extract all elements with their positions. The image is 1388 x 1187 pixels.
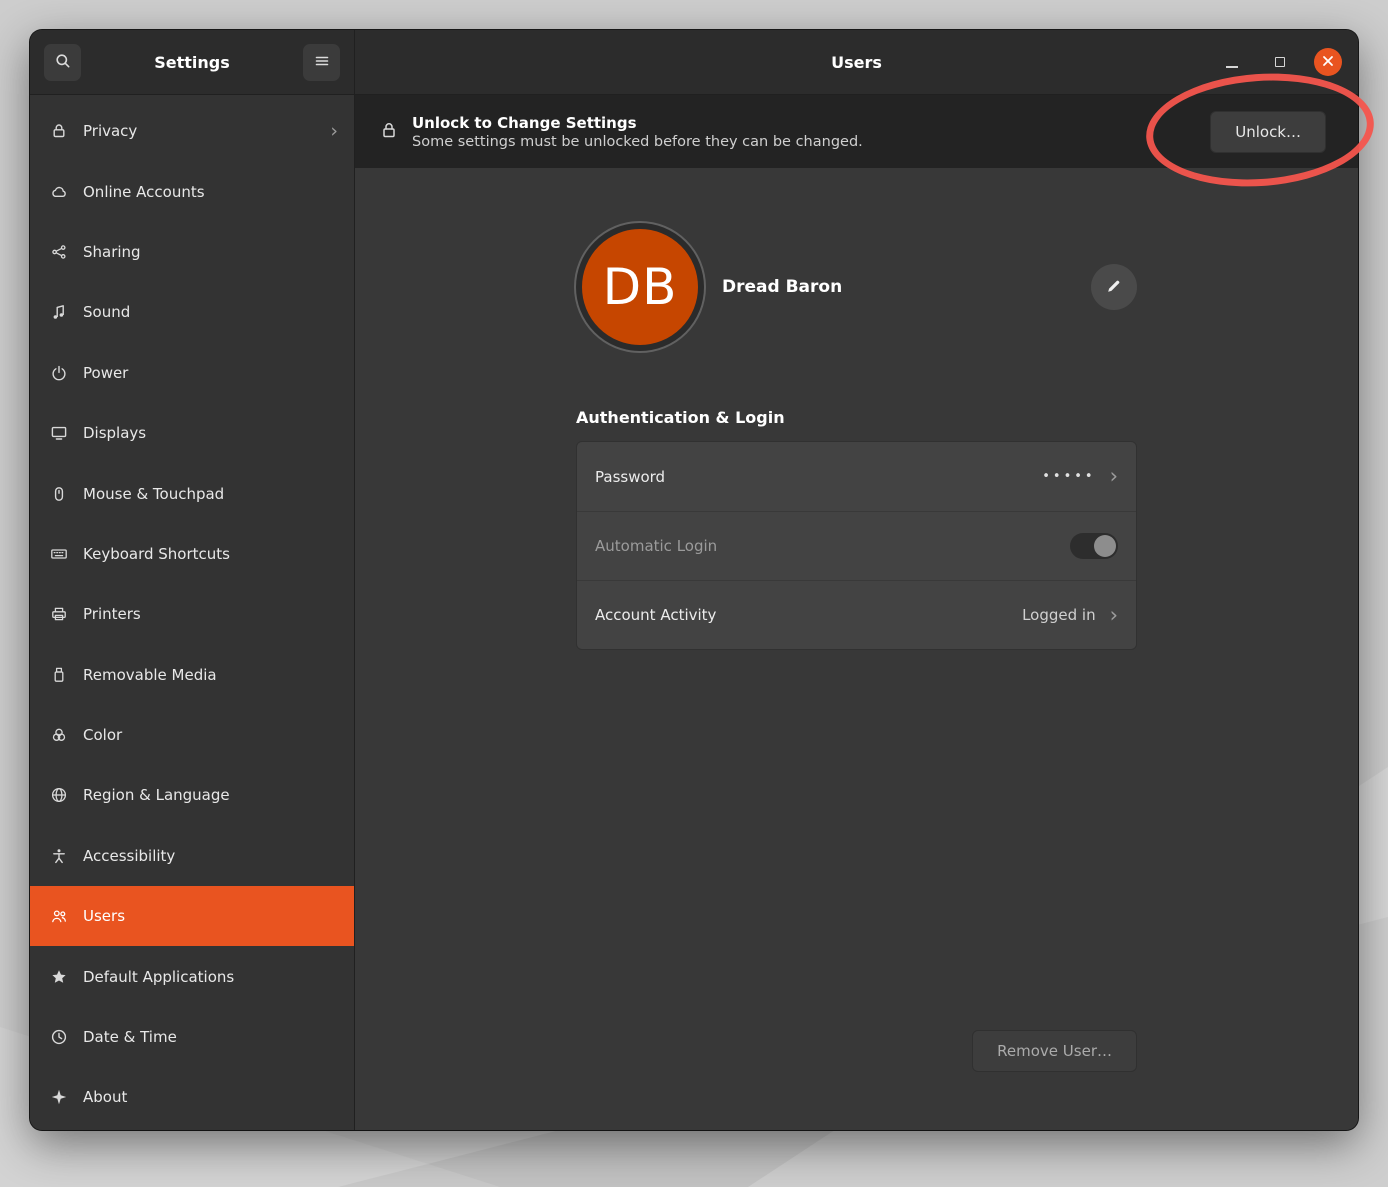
user-full-name: Dread Baron	[722, 277, 842, 297]
account-activity-row[interactable]: Account Activity Logged in ›	[577, 580, 1136, 649]
sidebar-item-label: Region & Language	[83, 786, 230, 804]
minimize-icon	[1226, 66, 1238, 68]
main-headerbar: Users	[355, 30, 1358, 95]
user-header: DB Dread Baron	[576, 223, 1137, 351]
account-activity-label: Account Activity	[595, 606, 716, 624]
music-note-icon	[50, 303, 68, 321]
sidebar-item-keyboard-shortcuts[interactable]: Keyboard Shortcuts	[30, 524, 354, 584]
sidebar-item-color[interactable]: Color	[30, 705, 354, 765]
display-icon	[50, 424, 68, 442]
clock-icon	[50, 1028, 68, 1046]
sidebar-item-label: Sharing	[83, 243, 141, 261]
sidebar-item-online-accounts[interactable]: Online Accounts	[30, 161, 354, 221]
sidebar-item-label: Privacy	[83, 122, 137, 140]
sidebar-item-label: Accessibility	[83, 847, 175, 865]
toggle-knob	[1094, 535, 1116, 557]
sidebar-nav: Privacy › Online Accounts Sharing	[30, 95, 355, 1130]
remove-user-row: Remove User…	[576, 1030, 1137, 1130]
sidebar-item-date-time[interactable]: Date & Time	[30, 1007, 354, 1067]
sidebar-item-users[interactable]: Users	[30, 886, 354, 946]
sidebar-item-default-applications[interactable]: Default Applications	[30, 946, 354, 1006]
search-button[interactable]	[44, 44, 81, 81]
sidebar-item-label: About	[83, 1088, 127, 1106]
infobar-subtitle: Some settings must be unlocked before th…	[412, 134, 863, 150]
sidebar-item-sound[interactable]: Sound	[30, 282, 354, 342]
chevron-right-icon: ›	[330, 122, 338, 141]
window-controls	[1218, 48, 1342, 76]
close-button[interactable]	[1314, 48, 1342, 76]
lock-icon	[50, 122, 68, 140]
sidebar-item-label: Default Applications	[83, 968, 234, 986]
mouse-icon	[50, 485, 68, 503]
search-icon	[54, 52, 72, 73]
sidebar-item-region-language[interactable]: Region & Language	[30, 765, 354, 825]
sidebar-item-label: Keyboard Shortcuts	[83, 545, 230, 563]
account-activity-value: Logged in	[1022, 606, 1096, 624]
pencil-icon	[1105, 277, 1123, 298]
sidebar-item-label: Color	[83, 726, 122, 744]
automatic-login-toggle[interactable]	[1070, 533, 1118, 559]
settings-window: Settings Users	[30, 30, 1358, 1130]
maximize-icon	[1275, 57, 1285, 67]
edit-name-button[interactable]	[1091, 264, 1137, 310]
maximize-button[interactable]	[1266, 48, 1294, 76]
unlock-button[interactable]: Unlock…	[1210, 111, 1326, 153]
sidebar-item-label: Power	[83, 364, 128, 382]
avatar[interactable]: DB	[576, 223, 704, 351]
flash-drive-icon	[50, 666, 68, 684]
chevron-right-icon: ›	[1110, 466, 1118, 487]
unlock-infobar: Unlock to Change Settings Some settings …	[355, 95, 1358, 168]
remove-user-button[interactable]: Remove User…	[972, 1030, 1137, 1072]
star-icon	[50, 968, 68, 986]
auth-section-title: Authentication & Login	[576, 408, 1137, 427]
users-content: DB Dread Baron Authentication & Login	[355, 168, 1358, 1130]
sidebar-item-displays[interactable]: Displays	[30, 403, 354, 463]
sidebar-item-label: Printers	[83, 605, 141, 623]
lock-icon	[379, 120, 399, 144]
sidebar-item-privacy[interactable]: Privacy ›	[30, 101, 354, 161]
color-icon	[50, 726, 68, 744]
main-panel: Unlock to Change Settings Some settings …	[355, 95, 1358, 1130]
users-icon	[50, 907, 68, 925]
automatic-login-row: Automatic Login	[577, 511, 1136, 580]
password-label: Password	[595, 468, 665, 486]
share-icon	[50, 243, 68, 261]
globe-icon	[50, 786, 68, 804]
sidebar-item-label: Sound	[83, 303, 130, 321]
infobar-text: Unlock to Change Settings Some settings …	[412, 114, 863, 150]
sparkle-icon	[50, 1088, 68, 1106]
keyboard-icon	[50, 545, 68, 563]
minimize-button[interactable]	[1218, 48, 1246, 76]
hamburger-menu-icon	[313, 52, 331, 73]
sidebar-title: Settings	[81, 53, 303, 72]
sidebar-item-about[interactable]: About	[30, 1067, 354, 1127]
password-row[interactable]: Password ••••• ›	[577, 442, 1136, 511]
sidebar-item-label: Users	[83, 907, 125, 925]
auth-settings-group: Password ••••• › Automatic Login Account…	[576, 441, 1137, 650]
automatic-login-label: Automatic Login	[595, 537, 717, 555]
accessibility-icon	[50, 847, 68, 865]
sidebar-item-sharing[interactable]: Sharing	[30, 222, 354, 282]
sidebar-item-accessibility[interactable]: Accessibility	[30, 826, 354, 886]
printer-icon	[50, 605, 68, 623]
sidebar-item-power[interactable]: Power	[30, 343, 354, 403]
sidebar-headerbar: Settings	[30, 30, 355, 95]
password-dots: •••••	[1042, 469, 1095, 484]
close-icon	[1322, 55, 1334, 70]
sidebar-item-label: Online Accounts	[83, 183, 205, 201]
avatar-initials: DB	[603, 258, 678, 316]
power-icon	[50, 364, 68, 382]
sidebar-item-label: Displays	[83, 424, 146, 442]
sidebar-item-removable-media[interactable]: Removable Media	[30, 645, 354, 705]
infobar-title: Unlock to Change Settings	[412, 114, 863, 132]
sidebar-item-label: Removable Media	[83, 666, 217, 684]
chevron-right-icon: ›	[1110, 605, 1118, 626]
page-title: Users	[355, 53, 1358, 72]
sidebar-item-label: Date & Time	[83, 1028, 177, 1046]
sidebar-item-label: Mouse & Touchpad	[83, 485, 224, 503]
sidebar-item-printers[interactable]: Printers	[30, 584, 354, 644]
sidebar-item-mouse-touchpad[interactable]: Mouse & Touchpad	[30, 463, 354, 523]
primary-menu-button[interactable]	[303, 44, 340, 81]
cloud-icon	[50, 183, 68, 201]
